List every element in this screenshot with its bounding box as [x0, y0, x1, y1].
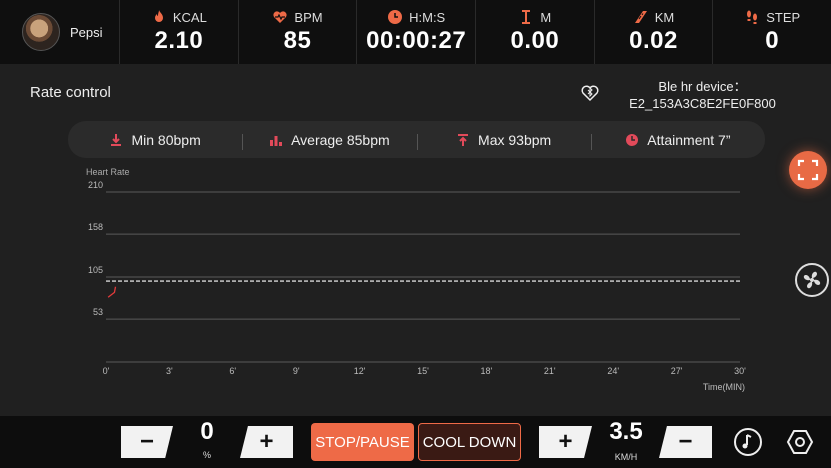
x-tick-label: 15'	[417, 366, 429, 376]
incline-decrease-button[interactable]: −	[121, 426, 173, 458]
bar-chart-icon	[270, 135, 283, 146]
ble-device-id: E2_153A3C8E2FE0F800	[629, 96, 776, 111]
stat-kcal: KCAL 2.10	[120, 0, 239, 64]
x-tick-label: 3'	[166, 366, 173, 376]
stat-value: 0.00	[510, 27, 560, 54]
stat-value: 00:00:27	[366, 27, 467, 54]
stat-label: KCAL	[172, 9, 207, 25]
heart-rate-chart: Heart Rate 210 158 105 53 0' 3' 6' 9' 12' 15' 18' 21…	[86, 167, 746, 392]
settings-icon[interactable]	[785, 427, 815, 457]
stat-label: H:M:S	[409, 9, 446, 25]
max-arrow-icon	[458, 133, 469, 146]
road-icon	[634, 11, 647, 23]
y-tick-label: 105	[88, 265, 103, 275]
control-bar: − 0 % + STOP/PAUSE COOL DOWN + 3.5 KM/H …	[0, 416, 831, 468]
avatar[interactable]	[22, 13, 60, 51]
rate-control-panel: Rate control Ble hr device： E2_153A3C8E2…	[0, 64, 831, 416]
minus-icon: −	[139, 428, 154, 455]
x-tick-label: 0'	[103, 366, 110, 376]
incline-increase-button[interactable]: +	[240, 426, 293, 458]
stat-meters: M 0.00	[476, 0, 595, 64]
heart-rate-summary: Min 80bpm Average 85bpm Max 93bpm Attain…	[68, 121, 765, 158]
speed-unit: KM/H	[614, 452, 638, 462]
cool-down-button[interactable]: COOL DOWN	[418, 423, 521, 461]
y-tick-label: 158	[88, 222, 103, 232]
speed-decrease-button[interactable]: −	[659, 426, 712, 458]
y-axis-label: Heart Rate	[86, 167, 130, 177]
fullscreen-button[interactable]	[789, 151, 827, 189]
stat-value: 85	[283, 27, 312, 54]
clock-icon	[388, 10, 403, 24]
music-icon[interactable]	[733, 427, 763, 457]
stat-label: STEP	[766, 9, 801, 25]
target-icon	[626, 133, 639, 146]
stat-km: KM 0.02	[595, 0, 714, 64]
plus-icon: +	[259, 428, 274, 455]
stat-label: KM	[654, 9, 675, 25]
summary-text: Attainment 7”	[647, 131, 731, 148]
flame-icon	[154, 10, 163, 22]
x-tick-label: 24'	[607, 366, 619, 376]
distance-marker-icon	[522, 10, 531, 24]
x-tick-label: 9'	[293, 366, 300, 376]
x-tick-label: 6'	[229, 366, 236, 376]
ble-device-info: Ble hr device： E2_153A3C8E2FE0F800	[620, 78, 785, 112]
expand-icon	[797, 159, 819, 181]
y-tick-label: 53	[93, 307, 103, 317]
speed-value: 3.5	[609, 418, 643, 445]
heart-bluetooth-icon[interactable]	[580, 83, 600, 103]
minus-icon: −	[678, 428, 693, 455]
stat-value: 0	[765, 27, 780, 54]
footsteps-icon	[747, 10, 758, 24]
summary-average: Average 85bpm	[242, 131, 416, 150]
incline-value: 0	[200, 418, 214, 445]
user-profile[interactable]: Pepsi	[0, 0, 120, 64]
stat-label: M	[540, 9, 552, 25]
plus-icon: +	[558, 428, 573, 455]
username: Pepsi	[70, 24, 103, 40]
stat-time: H:M:S 00:00:27	[357, 0, 477, 64]
speed-increase-button[interactable]: +	[539, 426, 592, 458]
top-stats-bar: Pepsi KCAL 2.10 BPM 85 H:M:S 00:00:27 M …	[0, 0, 831, 64]
summary-text: Min 80bpm	[131, 131, 201, 148]
min-arrow-icon	[111, 133, 122, 146]
summary-text: Average 85bpm	[291, 131, 390, 148]
fan-button[interactable]	[795, 263, 829, 297]
stat-value: 2.10	[154, 27, 204, 54]
x-axis-label: Time(MIN)	[703, 382, 745, 392]
incline-unit: %	[202, 450, 211, 460]
x-tick-label: 30'	[734, 366, 746, 376]
stop-pause-button[interactable]: STOP/PAUSE	[311, 423, 414, 461]
fan-icon	[803, 271, 821, 289]
x-tick-label: 21'	[544, 366, 556, 376]
heart-rate-series-line	[107, 286, 117, 298]
stat-value: 0.02	[629, 27, 678, 54]
x-tick-label: 12'	[354, 366, 366, 376]
stat-bpm: BPM 85	[239, 0, 358, 64]
stat-label: BPM	[294, 9, 323, 25]
x-tick-label: 27'	[671, 366, 683, 376]
summary-attainment: Attainment 7”	[590, 131, 765, 150]
ble-label: Ble hr device：	[658, 79, 747, 94]
summary-text: Max 93bpm	[478, 131, 552, 148]
summary-min: Min 80bpm	[68, 132, 242, 148]
y-tick-label: 210	[88, 180, 103, 190]
stat-steps: STEP 0	[713, 0, 831, 64]
summary-max: Max 93bpm	[416, 131, 591, 150]
x-tick-label: 18'	[481, 366, 493, 376]
panel-title: Rate control	[30, 84, 111, 101]
heart-pulse-icon	[273, 11, 288, 23]
